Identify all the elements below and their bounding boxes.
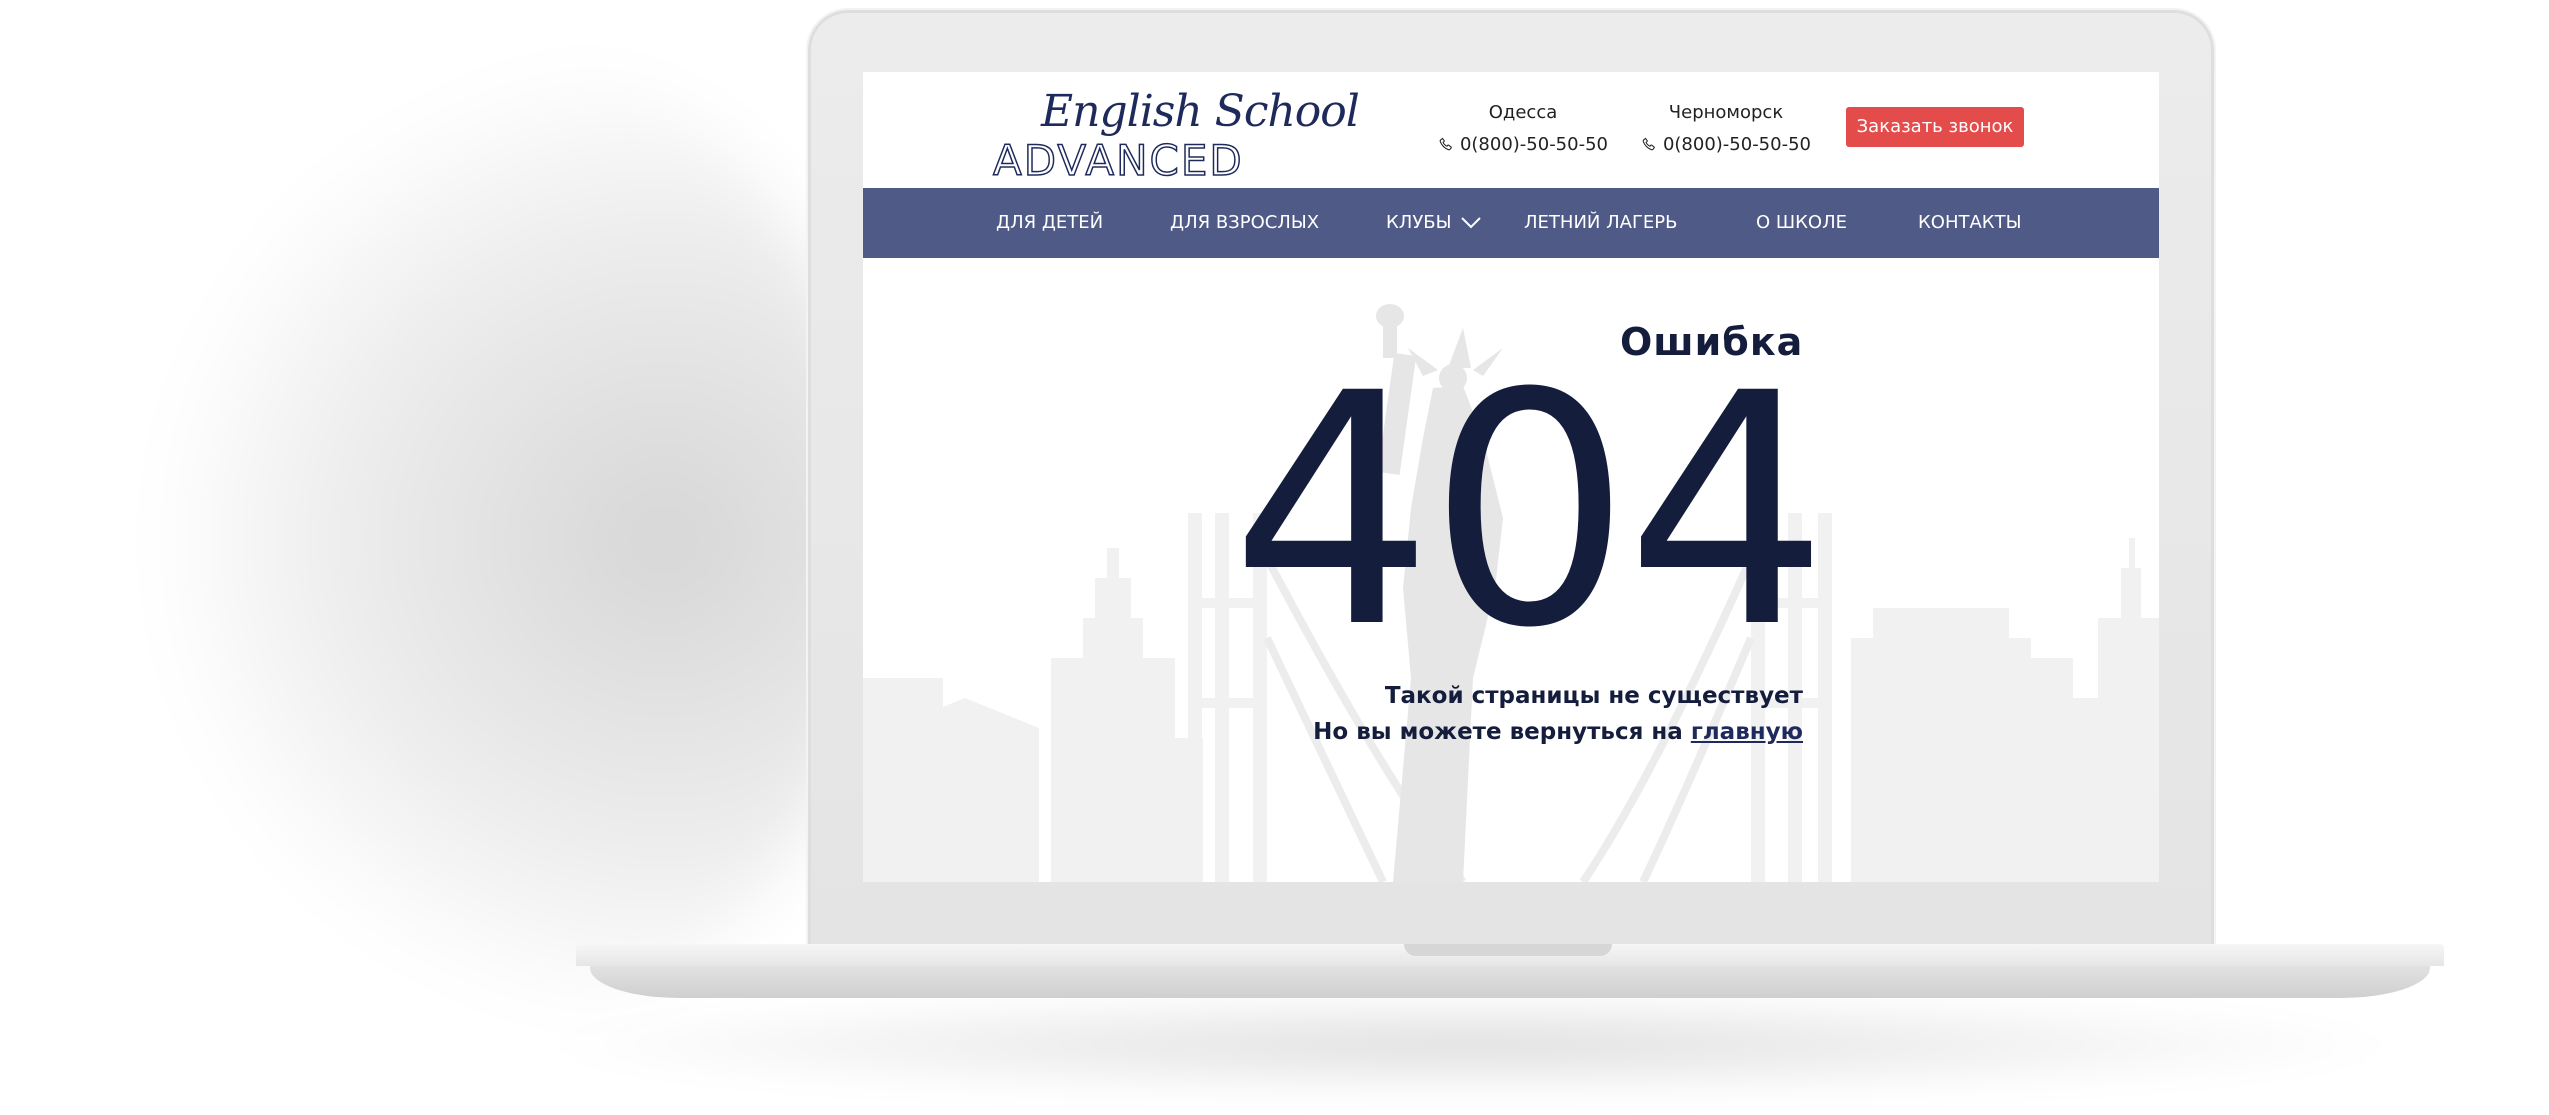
nav-item-kids[interactable]: ДЛЯ ДЕТЕЙ	[996, 188, 1103, 258]
city-phone[interactable]: 0(800)-50-50-50	[1641, 133, 1811, 155]
error-message-line2: Но вы можете вернуться на главную	[1313, 714, 1803, 750]
error-page-content: Ошибка 404 Такой страницы не существует …	[863, 258, 2159, 882]
site-header: English School ADVANCED Одесса 0(800)-50…	[863, 72, 2159, 188]
base-shadow	[520, 990, 2420, 1100]
home-page-link[interactable]: главную	[1691, 719, 1803, 745]
nav-item-summer-camp[interactable]: ЛЕТНИЙ ЛАГЕРЬ	[1524, 188, 1678, 258]
school-logo[interactable]: English School ADVANCED	[992, 86, 1360, 186]
nav-item-contacts[interactable]: КОНТАКТЫ	[1918, 188, 2021, 258]
logo-caps-text: ADVANCED	[992, 135, 1244, 186]
laptop-screen: English School ADVANCED Одесса 0(800)-50…	[863, 72, 2159, 882]
phone-number: 0(800)-50-50-50	[1662, 133, 1811, 155]
background-shadow	[160, 60, 880, 1020]
logo-script-text: English School	[1041, 86, 1360, 137]
city-name: Одесса	[1488, 102, 1558, 123]
city-phone[interactable]: 0(800)-50-50-50	[1438, 133, 1608, 155]
phone-icon	[1642, 137, 1655, 151]
error-code: 404	[1230, 326, 1829, 698]
nav-item-clubs[interactable]: КЛУБЫ	[1386, 188, 1481, 258]
phone-icon	[1439, 137, 1452, 151]
error-message-prefix: Но вы можете вернуться на	[1313, 719, 1683, 745]
order-callback-button[interactable]: Заказать звонок	[1846, 107, 2024, 147]
error-message: Такой страницы не существует Но вы может…	[1313, 678, 1803, 750]
laptop-base-bottom	[590, 966, 2430, 998]
nav-item-adults[interactable]: ДЛЯ ВЗРОСЛЫХ	[1170, 188, 1319, 258]
laptop-base-notch	[1404, 944, 1612, 956]
nav-item-about[interactable]: О ШКОЛЕ	[1756, 188, 1847, 258]
main-nav: ДЛЯ ДЕТЕЙ ДЛЯ ВЗРОСЛЫХ КЛУБЫ ЛЕТНИЙ ЛАГЕ…	[863, 188, 2159, 258]
nav-item-label: КЛУБЫ	[1386, 212, 1452, 233]
laptop-mockup-stage: English School ADVANCED Одесса 0(800)-50…	[0, 0, 2549, 1115]
city-contact-odessa: Одесса 0(800)-50-50-50	[1438, 102, 1608, 162]
chevron-down-icon	[1461, 217, 1481, 229]
city-name: Черноморск	[1668, 102, 1784, 123]
error-message-line1: Такой страницы не существует	[1384, 683, 1803, 709]
phone-number: 0(800)-50-50-50	[1459, 133, 1608, 155]
city-contact-chernomorsk: Черноморск 0(800)-50-50-50	[1641, 102, 1811, 162]
